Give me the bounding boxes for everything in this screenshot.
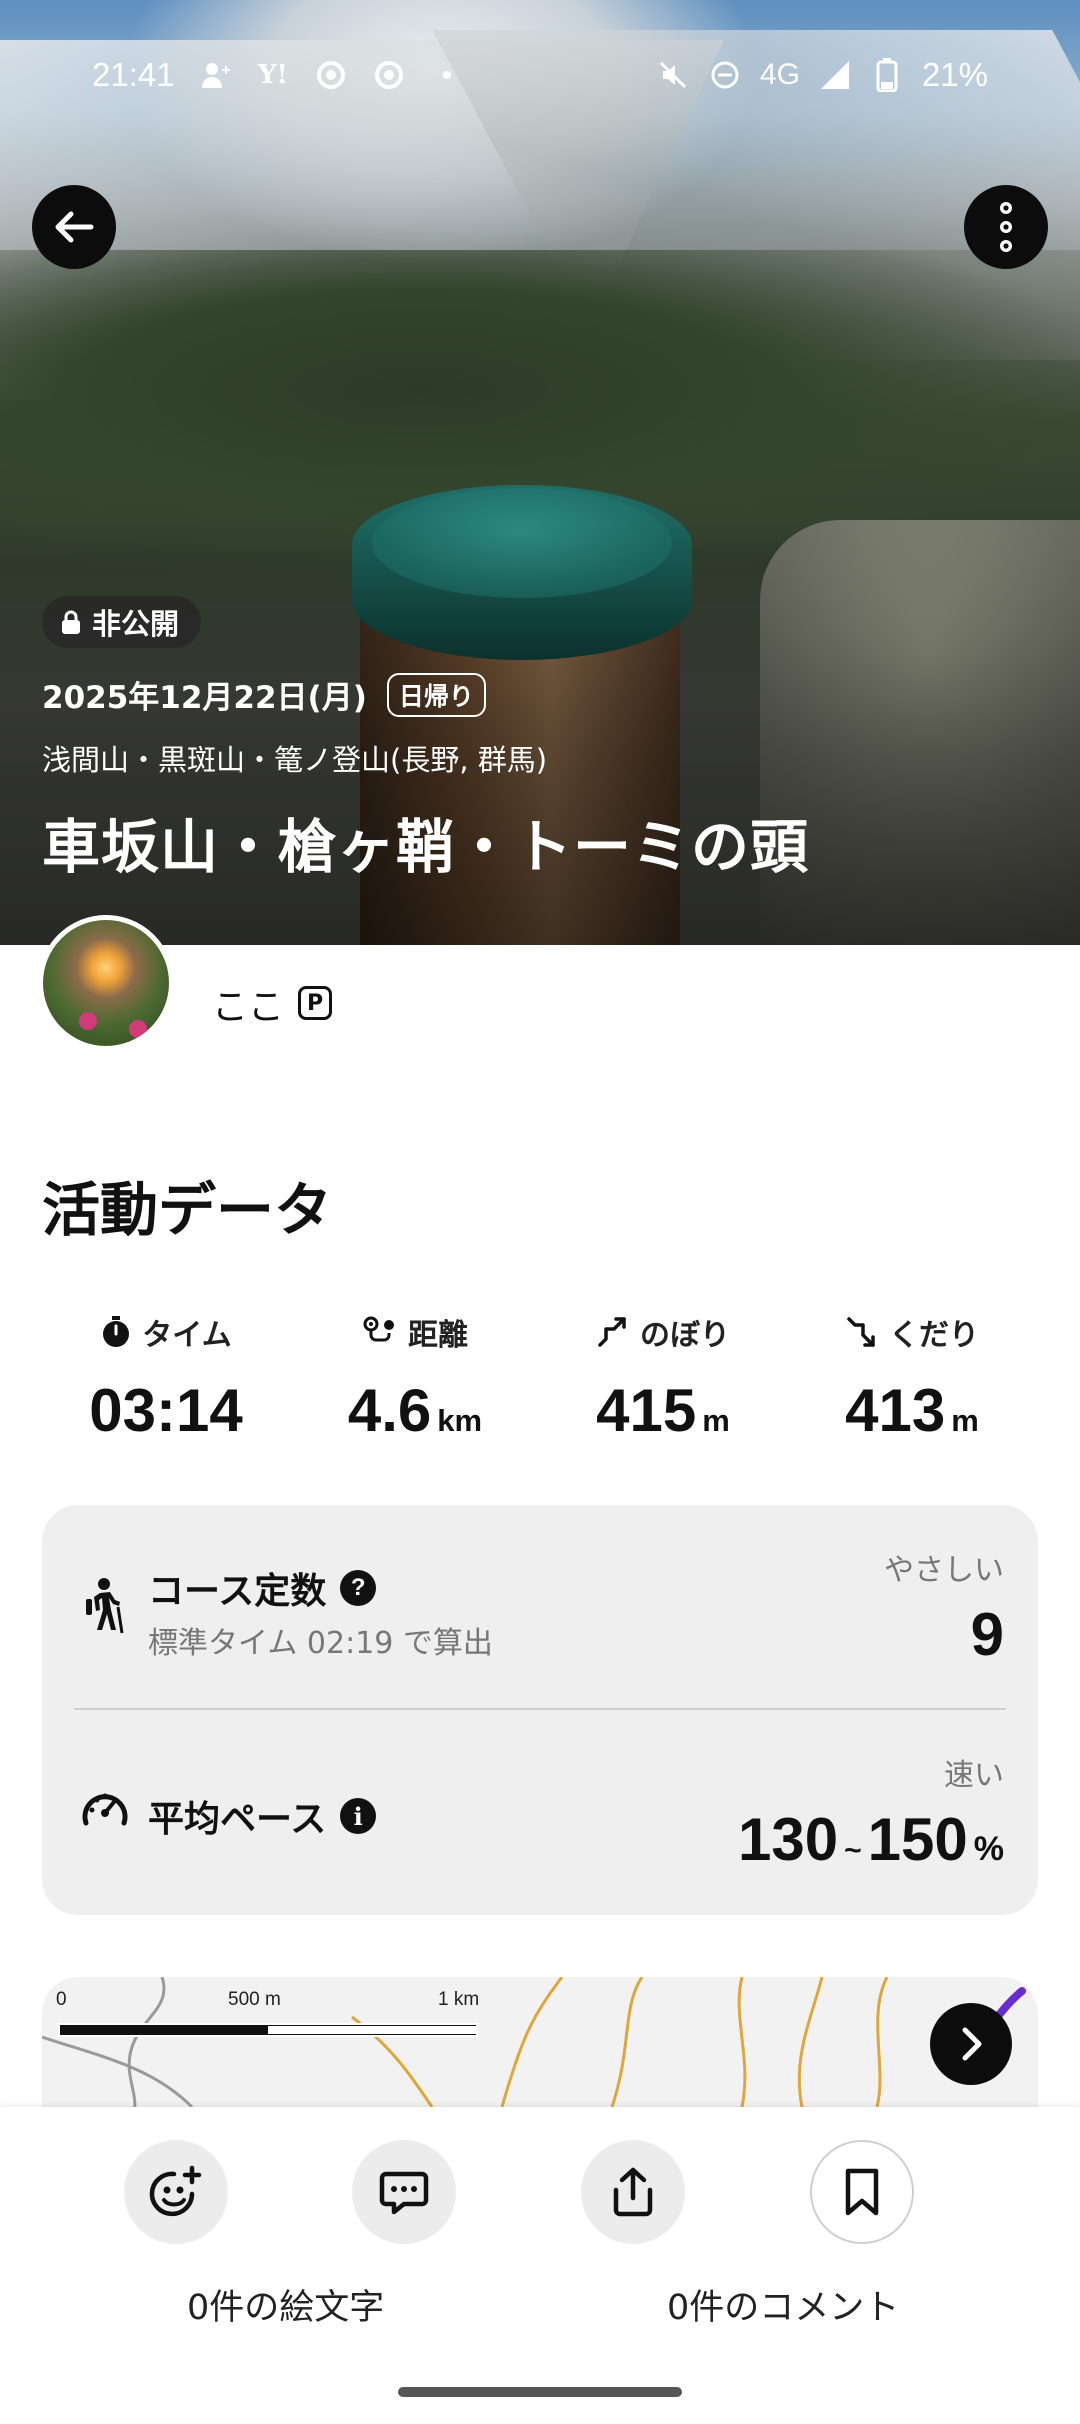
scale-label-max: 1 km [438, 1989, 480, 2010]
comment-icon [379, 2171, 429, 2215]
section-title: 活動データ [42, 1176, 333, 1244]
yahoo-icon: Y! [258, 60, 288, 90]
map-contours [42, 1977, 1026, 2107]
stat-descent: くだり 413 m [787, 1310, 1037, 1445]
battery-icon [870, 58, 904, 92]
stat-label: くだり [889, 1318, 979, 1353]
more-options-button[interactable] [964, 185, 1048, 269]
stat-label: タイム [142, 1318, 232, 1353]
hiker-icon [86, 1578, 124, 1634]
date-row: 2025年12月22日(月) 日帰り [42, 672, 486, 717]
visibility-label: 非公開 [92, 607, 180, 641]
course-constant-label: コース定数 [148, 1571, 327, 1612]
pace-separator: ~ [844, 1834, 862, 1867]
more-vertical-icon [1000, 202, 1012, 252]
scale-label-0: 0 [56, 1989, 67, 2010]
stat-unit: m [951, 1403, 979, 1438]
notification-icons: Y! [198, 58, 464, 92]
average-pace-value: 130 ~ 150 % [738, 1805, 1004, 1874]
activity-date: 2025年12月22日(月) [42, 680, 367, 716]
stat-value: 415 [596, 1377, 697, 1444]
battery-percent: 21% [921, 56, 988, 93]
chrome-icon-2 [372, 58, 406, 92]
avatar[interactable] [38, 915, 174, 1051]
premium-badge: P [298, 986, 332, 1020]
home-indicator[interactable] [398, 2387, 682, 2397]
comment-button[interactable] [352, 2140, 456, 2244]
info-icon[interactable]: i [340, 1798, 377, 1834]
visibility-badge: 非公開 [42, 596, 202, 648]
network-type: 4G [759, 58, 800, 91]
share-button[interactable] [581, 2140, 685, 2244]
avatar-flower [129, 1020, 147, 1038]
map-open-button[interactable] [930, 2003, 1012, 2085]
stat-time: タイム 03:14 [41, 1310, 291, 1445]
comment-count[interactable]: 0件のコメント [667, 2279, 899, 2330]
standard-time: 標準タイム 02:19 で算出 [148, 1626, 493, 1661]
pace-unit: % [973, 1830, 1004, 1868]
person-add-icon [198, 58, 232, 92]
trip-type-tag: 日帰り [386, 672, 486, 717]
card-divider [74, 1708, 1006, 1710]
system-icons: 4G 21% [656, 56, 988, 94]
stat-unit: km [437, 1403, 483, 1438]
ascent-icon [598, 1317, 626, 1347]
pace-min: 130 [738, 1806, 839, 1873]
scale-bar-segment [268, 2026, 476, 2034]
help-icon[interactable]: ? [340, 1570, 377, 1606]
mountain-names[interactable]: 浅間山・黒斑山・篭ノ登山(長野, 群馬) [42, 737, 547, 779]
course-card: コース定数 ? 標準タイム 02:19 で算出 やさしい 9 平均ペース i 速… [42, 1505, 1038, 1915]
avatar-flower [79, 1012, 97, 1030]
activity-stats: タイム 03:14 距離 4.6 km のぼり 415 m くだり 413 m [0, 1310, 1080, 1470]
stat-value: 413 [845, 1377, 946, 1444]
bookmark-icon [845, 2168, 879, 2216]
emoji-reaction-button[interactable] [124, 2140, 228, 2244]
chevron-right-icon [962, 2027, 982, 2061]
share-icon [613, 2167, 653, 2217]
stat-label: 距離 [408, 1318, 468, 1353]
emoji-count[interactable]: 0件の絵文字 [187, 2279, 384, 2330]
stat-value: 4.6 [347, 1377, 432, 1444]
scale-label-mid: 500 m [228, 1989, 281, 2010]
pace-max: 150 [867, 1806, 968, 1873]
status-bar: 21:41 Y! 4G 21% [0, 52, 1080, 102]
signal-icon [818, 58, 852, 92]
back-button[interactable] [32, 185, 116, 269]
speedometer-icon [82, 1793, 128, 1826]
dnd-icon [708, 58, 742, 92]
average-pace-label: 平均ペース [148, 1799, 327, 1840]
lock-icon [62, 610, 80, 634]
average-pace-title: 平均ペース i [148, 1790, 377, 1842]
chrome-icon [314, 58, 348, 92]
difficulty-label: やさしい [884, 1553, 1004, 1588]
dot-icon [430, 58, 464, 92]
stat-label: のぼり [640, 1318, 730, 1353]
bookmark-button[interactable] [810, 2140, 914, 2244]
route-title: 車坂山・槍ヶ鞘・トーミの頭 [42, 813, 810, 881]
bottom-action-bar: 0件の絵文字 0件のコメント [0, 2107, 1080, 2424]
stat-distance: 距離 4.6 km [290, 1310, 540, 1445]
stat-unit: m [702, 1403, 730, 1438]
route-map[interactable]: 0 500 m 1 km [42, 1977, 1038, 2107]
pace-level-label: 速い [944, 1758, 1004, 1793]
stat-ascent: のぼり 415 m [538, 1310, 788, 1445]
descent-icon [847, 1317, 875, 1347]
course-constant-value: 9 [970, 1601, 1004, 1668]
username[interactable]: ここ [212, 978, 284, 1030]
stopwatch-icon [103, 1316, 130, 1347]
stat-value: 03:14 [89, 1377, 243, 1444]
route-icon [363, 1316, 394, 1342]
mute-icon [656, 58, 690, 92]
status-time: 21:41 [92, 56, 175, 93]
course-constant-title: コース定数 ? [148, 1562, 377, 1614]
arrow-left-icon [55, 211, 94, 243]
emoji-add-icon [149, 2165, 202, 2217]
